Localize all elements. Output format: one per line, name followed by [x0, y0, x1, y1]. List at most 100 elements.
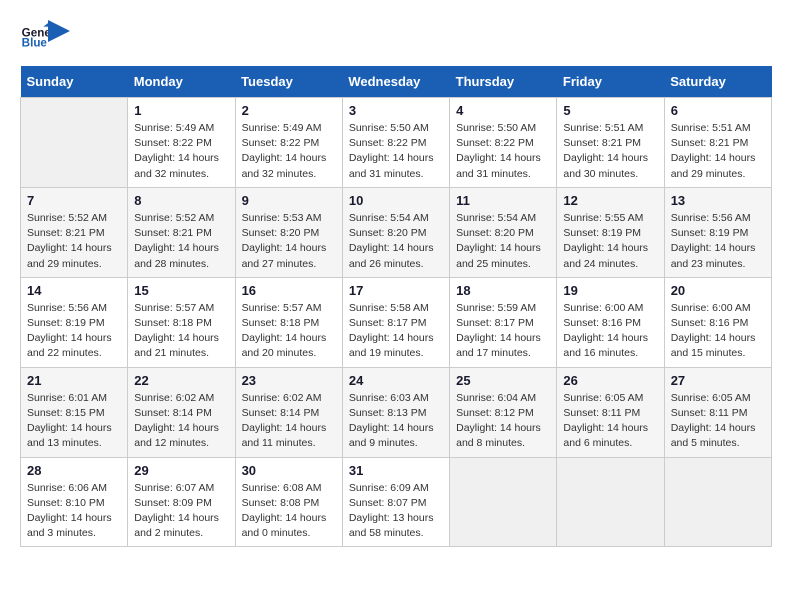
day-info: Sunrise: 6:09 AMSunset: 8:07 PMDaylight:… [349, 481, 443, 542]
weekday-header-friday: Friday [557, 66, 664, 98]
calendar-cell: 7 Sunrise: 5:52 AMSunset: 8:21 PMDayligh… [21, 187, 128, 277]
calendar-cell [21, 98, 128, 188]
calendar-cell: 24 Sunrise: 6:03 AMSunset: 8:13 PMDaylig… [342, 367, 449, 457]
calendar-table: SundayMondayTuesdayWednesdayThursdayFrid… [20, 66, 772, 547]
calendar-week-row: 14 Sunrise: 5:56 AMSunset: 8:19 PMDaylig… [21, 277, 772, 367]
calendar-cell: 28 Sunrise: 6:06 AMSunset: 8:10 PMDaylig… [21, 457, 128, 547]
day-number: 12 [563, 193, 657, 208]
calendar-cell: 9 Sunrise: 5:53 AMSunset: 8:20 PMDayligh… [235, 187, 342, 277]
weekday-header-tuesday: Tuesday [235, 66, 342, 98]
day-number: 4 [456, 103, 550, 118]
day-info: Sunrise: 6:00 AMSunset: 8:16 PMDaylight:… [563, 301, 657, 362]
calendar-cell [557, 457, 664, 547]
calendar-cell: 27 Sunrise: 6:05 AMSunset: 8:11 PMDaylig… [664, 367, 771, 457]
day-number: 23 [242, 373, 336, 388]
calendar-cell: 25 Sunrise: 6:04 AMSunset: 8:12 PMDaylig… [450, 367, 557, 457]
day-number: 26 [563, 373, 657, 388]
calendar-cell: 8 Sunrise: 5:52 AMSunset: 8:21 PMDayligh… [128, 187, 235, 277]
calendar-cell: 21 Sunrise: 6:01 AMSunset: 8:15 PMDaylig… [21, 367, 128, 457]
day-number: 15 [134, 283, 228, 298]
calendar-cell: 11 Sunrise: 5:54 AMSunset: 8:20 PMDaylig… [450, 187, 557, 277]
day-info: Sunrise: 5:57 AMSunset: 8:18 PMDaylight:… [242, 301, 336, 362]
day-info: Sunrise: 5:50 AMSunset: 8:22 PMDaylight:… [349, 121, 443, 182]
calendar-cell: 3 Sunrise: 5:50 AMSunset: 8:22 PMDayligh… [342, 98, 449, 188]
logo-icon: General Blue [20, 20, 50, 50]
calendar-cell: 2 Sunrise: 5:49 AMSunset: 8:22 PMDayligh… [235, 98, 342, 188]
calendar-cell: 15 Sunrise: 5:57 AMSunset: 8:18 PMDaylig… [128, 277, 235, 367]
calendar-cell: 23 Sunrise: 6:02 AMSunset: 8:14 PMDaylig… [235, 367, 342, 457]
calendar-cell: 20 Sunrise: 6:00 AMSunset: 8:16 PMDaylig… [664, 277, 771, 367]
calendar-week-row: 21 Sunrise: 6:01 AMSunset: 8:15 PMDaylig… [21, 367, 772, 457]
calendar-cell: 22 Sunrise: 6:02 AMSunset: 8:14 PMDaylig… [128, 367, 235, 457]
day-info: Sunrise: 6:04 AMSunset: 8:12 PMDaylight:… [456, 391, 550, 452]
calendar-cell: 17 Sunrise: 5:58 AMSunset: 8:17 PMDaylig… [342, 277, 449, 367]
calendar-cell: 6 Sunrise: 5:51 AMSunset: 8:21 PMDayligh… [664, 98, 771, 188]
day-number: 22 [134, 373, 228, 388]
calendar-cell: 13 Sunrise: 5:56 AMSunset: 8:19 PMDaylig… [664, 187, 771, 277]
day-number: 19 [563, 283, 657, 298]
day-info: Sunrise: 6:02 AMSunset: 8:14 PMDaylight:… [242, 391, 336, 452]
calendar-cell: 30 Sunrise: 6:08 AMSunset: 8:08 PMDaylig… [235, 457, 342, 547]
day-info: Sunrise: 6:08 AMSunset: 8:08 PMDaylight:… [242, 481, 336, 542]
day-info: Sunrise: 6:01 AMSunset: 8:15 PMDaylight:… [27, 391, 121, 452]
weekday-header-wednesday: Wednesday [342, 66, 449, 98]
day-info: Sunrise: 5:49 AMSunset: 8:22 PMDaylight:… [134, 121, 228, 182]
day-number: 21 [27, 373, 121, 388]
day-info: Sunrise: 5:51 AMSunset: 8:21 PMDaylight:… [671, 121, 765, 182]
day-info: Sunrise: 6:05 AMSunset: 8:11 PMDaylight:… [671, 391, 765, 452]
day-info: Sunrise: 5:54 AMSunset: 8:20 PMDaylight:… [456, 211, 550, 272]
logo: General Blue [20, 20, 70, 50]
day-info: Sunrise: 5:50 AMSunset: 8:22 PMDaylight:… [456, 121, 550, 182]
day-number: 1 [134, 103, 228, 118]
calendar-cell: 14 Sunrise: 5:56 AMSunset: 8:19 PMDaylig… [21, 277, 128, 367]
day-info: Sunrise: 5:56 AMSunset: 8:19 PMDaylight:… [27, 301, 121, 362]
day-number: 9 [242, 193, 336, 208]
day-info: Sunrise: 5:54 AMSunset: 8:20 PMDaylight:… [349, 211, 443, 272]
calendar-cell: 31 Sunrise: 6:09 AMSunset: 8:07 PMDaylig… [342, 457, 449, 547]
day-info: Sunrise: 6:05 AMSunset: 8:11 PMDaylight:… [563, 391, 657, 452]
day-number: 20 [671, 283, 765, 298]
day-number: 30 [242, 463, 336, 478]
calendar-cell: 29 Sunrise: 6:07 AMSunset: 8:09 PMDaylig… [128, 457, 235, 547]
day-number: 29 [134, 463, 228, 478]
day-info: Sunrise: 5:58 AMSunset: 8:17 PMDaylight:… [349, 301, 443, 362]
weekday-header-monday: Monday [128, 66, 235, 98]
day-info: Sunrise: 6:06 AMSunset: 8:10 PMDaylight:… [27, 481, 121, 542]
calendar-cell [664, 457, 771, 547]
day-number: 6 [671, 103, 765, 118]
day-number: 5 [563, 103, 657, 118]
day-info: Sunrise: 5:51 AMSunset: 8:21 PMDaylight:… [563, 121, 657, 182]
day-number: 8 [134, 193, 228, 208]
day-number: 14 [27, 283, 121, 298]
day-number: 2 [242, 103, 336, 118]
day-number: 28 [27, 463, 121, 478]
day-number: 17 [349, 283, 443, 298]
day-number: 24 [349, 373, 443, 388]
calendar-cell: 12 Sunrise: 5:55 AMSunset: 8:19 PMDaylig… [557, 187, 664, 277]
calendar-cell: 5 Sunrise: 5:51 AMSunset: 8:21 PMDayligh… [557, 98, 664, 188]
weekday-header-row: SundayMondayTuesdayWednesdayThursdayFrid… [21, 66, 772, 98]
calendar-cell: 19 Sunrise: 6:00 AMSunset: 8:16 PMDaylig… [557, 277, 664, 367]
day-info: Sunrise: 6:00 AMSunset: 8:16 PMDaylight:… [671, 301, 765, 362]
day-info: Sunrise: 6:03 AMSunset: 8:13 PMDaylight:… [349, 391, 443, 452]
calendar-week-row: 1 Sunrise: 5:49 AMSunset: 8:22 PMDayligh… [21, 98, 772, 188]
weekday-header-thursday: Thursday [450, 66, 557, 98]
day-info: Sunrise: 5:52 AMSunset: 8:21 PMDaylight:… [134, 211, 228, 272]
day-number: 13 [671, 193, 765, 208]
day-info: Sunrise: 6:07 AMSunset: 8:09 PMDaylight:… [134, 481, 228, 542]
day-info: Sunrise: 5:59 AMSunset: 8:17 PMDaylight:… [456, 301, 550, 362]
day-number: 25 [456, 373, 550, 388]
weekday-header-sunday: Sunday [21, 66, 128, 98]
day-info: Sunrise: 5:57 AMSunset: 8:18 PMDaylight:… [134, 301, 228, 362]
day-number: 11 [456, 193, 550, 208]
calendar-cell: 1 Sunrise: 5:49 AMSunset: 8:22 PMDayligh… [128, 98, 235, 188]
page-header: General Blue [20, 20, 772, 50]
day-info: Sunrise: 5:53 AMSunset: 8:20 PMDaylight:… [242, 211, 336, 272]
calendar-cell: 10 Sunrise: 5:54 AMSunset: 8:20 PMDaylig… [342, 187, 449, 277]
day-number: 7 [27, 193, 121, 208]
calendar-cell: 26 Sunrise: 6:05 AMSunset: 8:11 PMDaylig… [557, 367, 664, 457]
calendar-week-row: 7 Sunrise: 5:52 AMSunset: 8:21 PMDayligh… [21, 187, 772, 277]
day-info: Sunrise: 5:52 AMSunset: 8:21 PMDaylight:… [27, 211, 121, 272]
weekday-header-saturday: Saturday [664, 66, 771, 98]
calendar-cell: 4 Sunrise: 5:50 AMSunset: 8:22 PMDayligh… [450, 98, 557, 188]
